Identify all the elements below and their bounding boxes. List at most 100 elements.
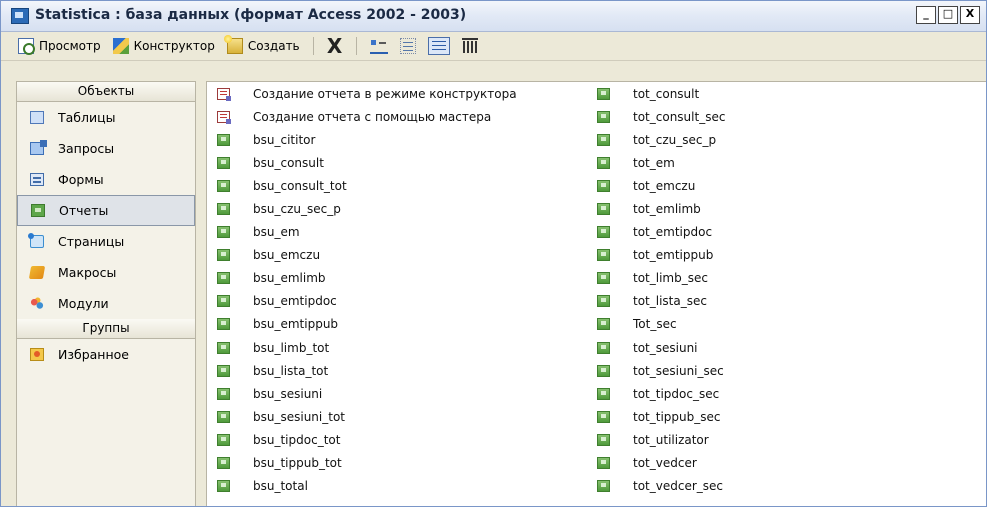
preview-button[interactable]: Просмотр [15,34,104,58]
create-label: Создать [247,39,300,53]
form-icon [30,173,44,186]
report-icon [217,387,230,400]
list-item-label: tot_emtippub [633,248,714,263]
list-item[interactable]: bsu_limb_tot [217,336,517,359]
report-icon [217,457,230,470]
sidebar-item-reports[interactable]: Отчеты [17,195,195,226]
sidebar-item-label: Модули [58,296,109,311]
details-view-button[interactable] [425,34,453,58]
design-button[interactable]: Конструктор [110,34,218,58]
report-icon [597,318,610,331]
list-item-label: bsu_sesiuni [253,386,323,401]
list-item-label: bsu_consult_tot [253,178,347,193]
list-item-label: bsu_emtippub [253,317,339,332]
toolbar-separator [312,37,314,55]
query-icon [30,140,47,155]
list-item-label: bsu_consult [253,155,324,170]
sidebar-item-forms[interactable]: Формы [17,164,195,195]
groups-header[interactable]: Группы [17,319,195,339]
list-item[interactable]: tot_emtippub [597,244,725,267]
list-item-label: bsu_em [253,225,300,240]
small-icons-view-button[interactable] [367,34,391,58]
list-item[interactable]: bsu_cititor [217,128,517,151]
small-icons-view-icon [369,38,388,54]
list-item-label: tot_lista_sec [633,294,707,309]
report-icon [597,272,610,285]
list-item-label: tot_emtipdoc [633,225,713,240]
list-item-label: Tot_sec [633,317,677,332]
sidebar-item-macros[interactable]: Макросы [17,257,195,288]
list-item[interactable]: Создание отчета с помощью мастера [217,105,517,128]
report-icon [597,433,610,446]
details-view-icon [427,37,450,55]
list-item[interactable]: tot_vedcer_sec [597,475,725,498]
objects-bar: Объекты Таблицы Запросы Формы Отчеты Стр… [16,81,196,506]
list-item[interactable]: bsu_sesiuni [217,382,517,405]
report-icon [217,433,230,446]
list-item-partial[interactable] [597,498,725,506]
maximize-button[interactable]: □ [938,6,958,24]
report-icon [597,387,610,400]
title-bar[interactable]: Statistica : база данных (формат Access … [1,1,986,32]
delete-button[interactable]: X [324,34,346,58]
list-item[interactable]: bsu_emczu [217,244,517,267]
list-item[interactable]: bsu_em [217,221,517,244]
minimize-button[interactable]: _ [916,6,936,24]
list-item[interactable]: tot_utilizator [597,428,725,451]
list-item[interactable]: tot_tipdoc_sec [597,382,725,405]
sidebar-item-modules[interactable]: Модули [17,288,195,319]
report-icon [217,226,230,239]
list-item-label: tot_tippub_sec [633,409,721,424]
list-item[interactable]: tot_emlimb [597,197,725,220]
list-item[interactable]: bsu_consult [217,151,517,174]
sidebar-item-queries[interactable]: Запросы [17,133,195,164]
list-item[interactable]: tot_vedcer [597,452,725,475]
list-item[interactable]: bsu_tippub_tot [217,452,517,475]
list-item-partial[interactable] [217,498,517,506]
list-item[interactable]: bsu_total [217,475,517,498]
list-item[interactable]: tot_emczu [597,174,725,197]
list-item[interactable]: tot_tippub_sec [597,405,725,428]
sidebar-item-favorites[interactable]: Избранное [17,339,195,370]
list-item[interactable]: bsu_czu_sec_p [217,197,517,220]
report-icon [597,87,610,100]
list-item[interactable]: bsu_emtipdoc [217,290,517,313]
columns-view-button[interactable] [459,34,481,58]
list-item[interactable]: tot_sesiuni [597,336,725,359]
list-item[interactable]: bsu_tipdoc_tot [217,428,517,451]
list-item-label: tot_emczu [633,178,696,193]
list-item[interactable]: tot_lista_sec [597,290,725,313]
list-item[interactable]: bsu_sesiuni_tot [217,405,517,428]
report-icon [597,295,610,308]
list-item[interactable]: tot_em [597,151,725,174]
sidebar-item-pages[interactable]: Страницы [17,226,195,257]
list-item[interactable]: tot_sesiuni_sec [597,359,725,382]
list-item[interactable]: Создание отчета в режиме конструктора [217,82,517,105]
close-button[interactable]: X [960,6,980,24]
list-item[interactable]: bsu_emtippub [217,313,517,336]
page-icon [28,233,44,248]
list-item-label: tot_utilizator [633,432,709,447]
list-item[interactable]: tot_czu_sec_p [597,128,725,151]
list-item[interactable]: Tot_sec [597,313,725,336]
database-body: Объекты Таблицы Запросы Формы Отчеты Стр… [1,61,986,506]
list-item[interactable]: bsu_lista_tot [217,359,517,382]
sidebar-item-tables[interactable]: Таблицы [17,102,195,133]
sidebar-item-label: Запросы [58,141,115,156]
list-item[interactable]: bsu_emlimb [217,267,517,290]
design-icon [112,38,129,54]
objects-header[interactable]: Объекты [17,82,195,102]
list-item-label: bsu_tipdoc_tot [253,432,341,447]
app-icon[interactable] [11,8,29,24]
report-icon [597,226,610,239]
list-item[interactable]: tot_consult [597,82,725,105]
list-item-label: tot_tipdoc_sec [633,386,720,401]
list-item[interactable]: tot_consult_sec [597,105,725,128]
create-button[interactable]: Создать [223,34,303,58]
list-item[interactable]: tot_emtipdoc [597,221,725,244]
columns-view-icon [461,38,478,54]
list-item[interactable]: tot_limb_sec [597,267,725,290]
list-item[interactable]: bsu_consult_tot [217,174,517,197]
sidebar-item-label: Макросы [58,265,117,280]
list-view-button[interactable] [397,34,419,58]
